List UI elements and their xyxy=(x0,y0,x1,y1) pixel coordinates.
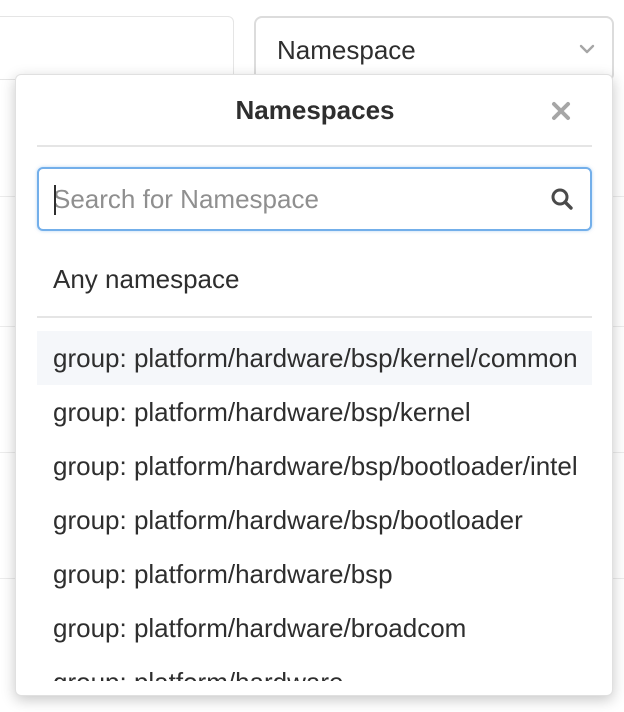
namespace-list-item[interactable]: group: platform/hardware/bsp xyxy=(37,547,592,601)
namespace-list-item[interactable]: group: platform/hardware/bsp/kernel xyxy=(37,385,592,439)
namespace-list-item[interactable]: group: platform/hardware/bsp/kernel/comm… xyxy=(37,331,592,385)
namespace-dropdown-toggle[interactable]: Namespace xyxy=(254,16,614,82)
namespace-dropdown-menu: Namespaces Any namespace group: platform… xyxy=(15,74,613,696)
namespace-list: group: platform/hardware/bsp/kernel/comm… xyxy=(37,331,592,681)
namespace-search-input[interactable] xyxy=(53,169,533,229)
namespace-list-item[interactable]: group: platform/hardware xyxy=(37,655,592,681)
namespace-list-item[interactable]: group: platform/hardware/bsp/bootloader/… xyxy=(37,439,592,493)
options-divider xyxy=(37,316,592,318)
dropdown-title: Namespaces xyxy=(235,95,395,125)
namespace-dropdown-label: Namespace xyxy=(277,35,416,65)
background-search-field[interactable] xyxy=(0,16,234,80)
search-icon[interactable] xyxy=(549,186,575,212)
dropdown-header: Namespaces xyxy=(16,75,612,145)
chevron-down-icon xyxy=(579,44,595,54)
namespace-list-item[interactable]: group: platform/hardware/bsp/bootloader xyxy=(37,493,592,547)
namespace-search-box xyxy=(37,167,592,231)
page: Namespace Namespaces Any namespace group… xyxy=(0,0,624,712)
text-caret xyxy=(54,185,56,215)
namespace-list-item[interactable]: group: platform/hardware/broadcom xyxy=(37,601,592,655)
close-icon[interactable] xyxy=(549,99,573,123)
header-divider xyxy=(37,145,592,147)
any-namespace-option[interactable]: Any namespace xyxy=(37,255,592,303)
